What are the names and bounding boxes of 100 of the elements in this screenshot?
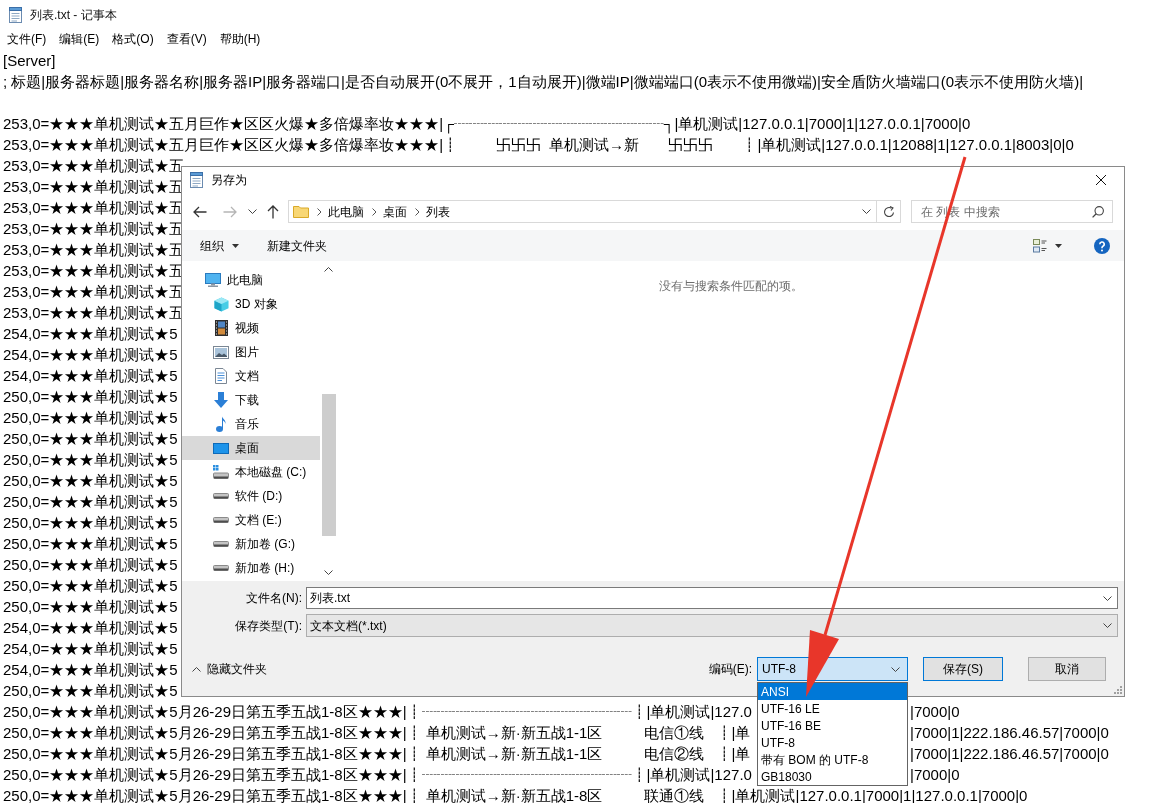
address-bar[interactable]: 此电脑 桌面 列表 (288, 200, 877, 223)
text-line: 250,0=★★★单机测试★5月26-29日第五季五战1-8区★★★|┋┈┈┈┈┈┈┈┈┈┈┈┈┈┈┋|单机测试|127.0 (3, 703, 752, 720)
nav-item[interactable]: 软件 (D:) (182, 484, 320, 508)
drive-icon (213, 541, 229, 547)
arrow-left-icon (193, 205, 207, 218)
text-line: 254,0=★★★单机测试★5 (3, 346, 178, 363)
text-line: 250,0=★★★单机测试★5月26-29日第五季五战1-8区★★★|┋ 单机测试→新·新五战1-1区 电信①线 ┋|单 (3, 724, 751, 741)
text-line: 250,0=★★★单机测试★5 (3, 493, 178, 510)
text-line: 253,0=★★★单机测试★五 (3, 304, 185, 321)
text-line: |7000|1|222.186.46.57|7000|0 (910, 723, 1109, 743)
text-line: 254,0=★★★单机测试★5 (3, 325, 178, 342)
chevron-right-icon (415, 207, 420, 216)
text-line: 254,0=★★★单机测试★5 (3, 619, 178, 636)
encoding-option[interactable]: ANSI (758, 683, 907, 700)
chevron-down-icon (324, 570, 333, 575)
cube-icon (213, 296, 229, 312)
document-icon (215, 368, 227, 384)
resize-grip-icon (1114, 686, 1122, 694)
text-line: 253,0=★★★单机测试★五 (3, 220, 185, 237)
text-line: 250,0=★★★单机测试★5 (3, 514, 178, 531)
menu-item[interactable]: 格式(O) (112, 30, 154, 48)
refresh-button[interactable] (877, 200, 901, 223)
file-name-field[interactable]: 列表.txt (306, 587, 1118, 609)
hide-folders-button[interactable]: 隐藏文件夹 (192, 659, 267, 679)
close-icon (1096, 175, 1106, 185)
new-folder-button[interactable]: 新建文件夹 (267, 234, 327, 257)
nav-item[interactable]: 3D 对象 (182, 292, 320, 316)
nav-item[interactable]: 文档 (E:) (182, 508, 320, 532)
organize-button[interactable]: 组织 (200, 234, 239, 257)
text-line: 250,0=★★★单机测试★5 (3, 451, 178, 468)
breadcrumb-item[interactable]: 桌面 (383, 202, 407, 221)
text-line: 250,0=★★★单机测试★5 (3, 598, 178, 615)
text-line: |7000|1|222.186.46.57|7000|0 (910, 744, 1109, 764)
chevron-right-icon (372, 207, 377, 216)
text-line: 253,0=★★★单机测试★五 (3, 262, 185, 279)
drive-icon (213, 565, 229, 571)
view-icon (1033, 238, 1047, 253)
text-line: |7000|0 (910, 702, 960, 722)
drive-icon (213, 493, 229, 499)
text-line: 250,0=★★★单机测试★5 (3, 430, 178, 447)
cancel-button[interactable]: 取消 (1028, 657, 1106, 681)
nav-item[interactable]: 新加卷 (H:) (182, 556, 320, 580)
nav-item[interactable]: 本地磁盘 (C:) (182, 460, 320, 484)
chevron-down-icon (247, 209, 257, 214)
text-line: 253,0=★★★单机测试★五 (3, 157, 185, 174)
text-line: 250,0=★★★单机测试★5 (3, 472, 178, 489)
chevron-down-icon (1103, 595, 1112, 601)
text-line: 253,0=★★★单机测试★五 (3, 199, 185, 216)
text-line: 253,0=★★★单机测试★五月巨作★区区火爆★多倍爆率妆★★★|┋ 卐卐卐 单机测试→新 卐卐卐 ┋|单机测试|127.0.0.1|12088|1|127.0.0.1|8003|0|0 (3, 136, 1074, 153)
breadcrumb-item[interactable]: 列表 (426, 202, 450, 221)
encoding-select[interactable]: UTF-8 (757, 657, 908, 681)
menu-item[interactable]: 文件(F) (7, 30, 47, 48)
scrollbar-thumb[interactable] (321, 394, 336, 536)
desktop-icon (213, 442, 229, 454)
file-name-label: 文件名(N): (246, 590, 302, 607)
text-line: 254,0=★★★单机测试★5 (3, 640, 178, 657)
menu-item[interactable]: 帮助(H) (219, 30, 261, 48)
folder-icon (293, 205, 309, 218)
notepad-icon (9, 7, 22, 23)
help-icon (1094, 237, 1110, 254)
download-icon (214, 392, 228, 408)
dialog-title: 另存为 (211, 172, 247, 189)
text-line: 250,0=★★★单机测试★5 (3, 682, 178, 699)
menu-item[interactable]: 编辑(E) (59, 30, 100, 48)
file-type-select[interactable]: 文本文档(*.txt) (306, 614, 1118, 637)
nav-item[interactable]: 此电脑 (182, 268, 320, 292)
caret-icon (1055, 243, 1062, 248)
text-line: [Server] (3, 52, 56, 69)
arrow-right-icon (223, 205, 237, 218)
text-line: 253,0=★★★单机测试★五 (3, 241, 185, 258)
window-title: 列表.txt - 记事本 (30, 7, 117, 24)
chevron-down-icon (891, 666, 900, 672)
nav-item[interactable]: 音乐 (182, 412, 320, 436)
search-icon (1092, 205, 1104, 218)
nav-item[interactable]: 新加卷 (G:) (182, 532, 320, 556)
chevron-down-icon (861, 209, 871, 214)
text-line: 253,0=★★★单机测试★五月巨作★区区火爆★多倍爆率妆★★★|┌┈┈┈┈┈┈┈┈┈┈┈┈┈┈┐|单机测试|127.0.0.1|7000|1|127.0.0.1|7000|0 (3, 115, 971, 132)
save-button[interactable]: 保存(S) (923, 657, 1003, 681)
nav-item[interactable]: 图片 (182, 340, 320, 364)
refresh-icon (882, 205, 895, 218)
drive-icon (213, 517, 229, 523)
nav-item[interactable]: 视频 (182, 316, 320, 340)
music-note-icon (216, 416, 226, 432)
picture-icon (213, 345, 229, 359)
film-icon (214, 320, 228, 336)
chevron-up-icon (324, 267, 333, 272)
nav-item[interactable]: 文档 (182, 364, 320, 388)
text-line: 250,0=★★★单机测试★5 (3, 388, 178, 405)
encoding-label: 编码(E): (708, 661, 752, 678)
text-line: 250,0=★★★单机测试★5 (3, 409, 178, 426)
breadcrumb-item[interactable]: 此电脑 (328, 202, 364, 221)
text-line: |7000|0 (910, 765, 960, 785)
text-line: 254,0=★★★单机测试★5 (3, 661, 178, 678)
help-button[interactable] (1094, 237, 1110, 254)
nav-item[interactable]: 桌面 (182, 436, 320, 460)
text-line: 254,0=★★★单机测试★5 (3, 367, 178, 384)
nav-item[interactable]: 下载 (182, 388, 320, 412)
menu-item[interactable]: 查看(V) (166, 30, 207, 48)
text-line: 250,0=★★★单机测试★5 (3, 556, 178, 573)
chevron-up-icon (192, 666, 201, 672)
